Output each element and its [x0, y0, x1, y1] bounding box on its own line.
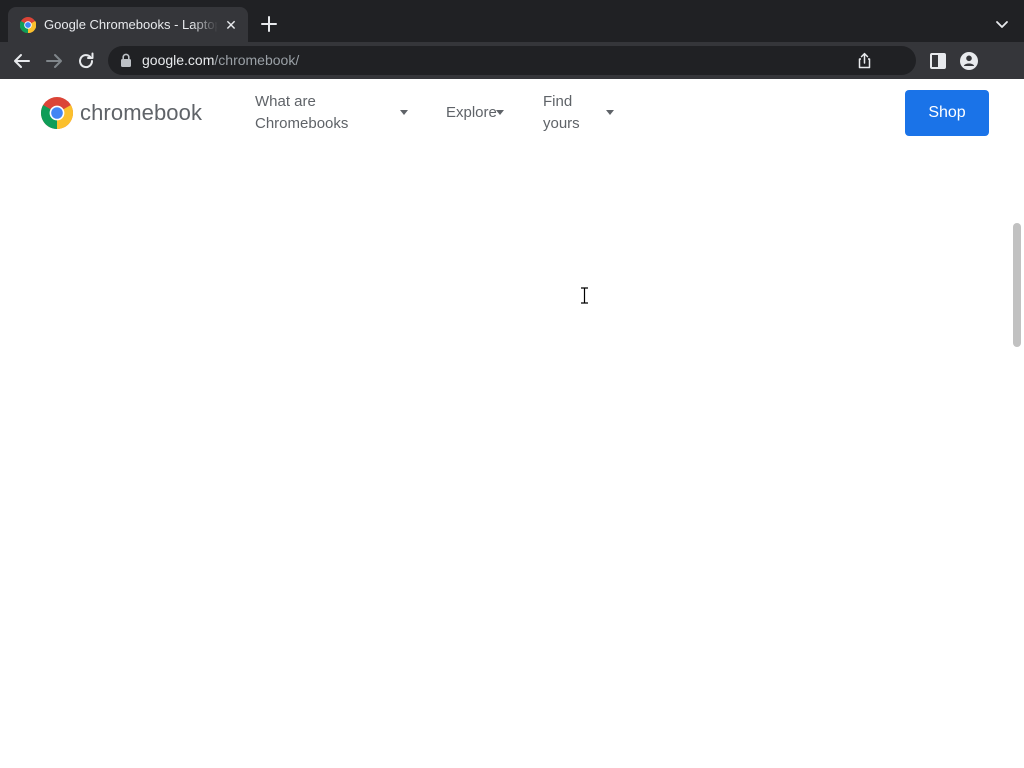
site-header: chromebook What are Chromebooks Explore F…	[0, 79, 1010, 147]
profile-icon[interactable]	[958, 50, 980, 72]
side-panel-icon[interactable]	[927, 50, 949, 72]
lock-icon[interactable]	[120, 53, 132, 67]
text-cursor-icon	[581, 287, 588, 304]
scrollbar-thumb[interactable]	[1013, 223, 1021, 347]
tab-search-chevron-down-icon[interactable]	[992, 14, 1012, 34]
caret-down-icon	[496, 110, 504, 115]
url-path: /chromebook/	[214, 52, 300, 68]
address-bar[interactable]: google.com/chromebook/	[108, 46, 916, 75]
chrome-logo-icon	[41, 97, 73, 129]
tab-close-icon[interactable]: ✕	[222, 16, 240, 34]
browser-toolbar: google.com/chromebook/	[0, 42, 1024, 79]
url-text[interactable]: google.com/chromebook/	[142, 52, 299, 69]
nav-find-yours[interactable]: Find yours	[543, 91, 619, 135]
logo-text: chromebook	[80, 100, 203, 125]
nav-label: Explore	[446, 104, 497, 121]
nav-label: Find yours	[543, 93, 580, 132]
caret-down-icon	[606, 110, 614, 115]
forward-arrow-icon[interactable]	[43, 50, 65, 72]
page-viewport: chromebook What are Chromebooks Explore F…	[0, 79, 1024, 768]
new-tab-plus-icon[interactable]	[258, 13, 280, 35]
back-arrow-icon[interactable]	[11, 50, 33, 72]
browser-tabstrip: Google Chromebooks - Laptops ✕	[0, 0, 1024, 42]
nav-what-are-chromebooks[interactable]: What are Chromebooks	[255, 91, 415, 135]
chrome-favicon-icon	[20, 17, 36, 33]
page-scrollbar[interactable]	[1010, 79, 1024, 768]
nav-explore[interactable]: Explore	[446, 91, 508, 135]
nav-label: What are Chromebooks	[255, 93, 349, 132]
tab-title: Google Chromebooks - Laptops	[44, 17, 218, 32]
reload-icon[interactable]	[75, 50, 97, 72]
chromebook-logo[interactable]: chromebook	[41, 96, 211, 130]
share-icon[interactable]	[856, 52, 873, 69]
shop-button[interactable]: Shop	[905, 90, 989, 136]
caret-down-icon	[400, 110, 408, 115]
url-host: google.com	[142, 52, 215, 68]
browser-tab-active[interactable]: Google Chromebooks - Laptops ✕	[8, 7, 248, 42]
